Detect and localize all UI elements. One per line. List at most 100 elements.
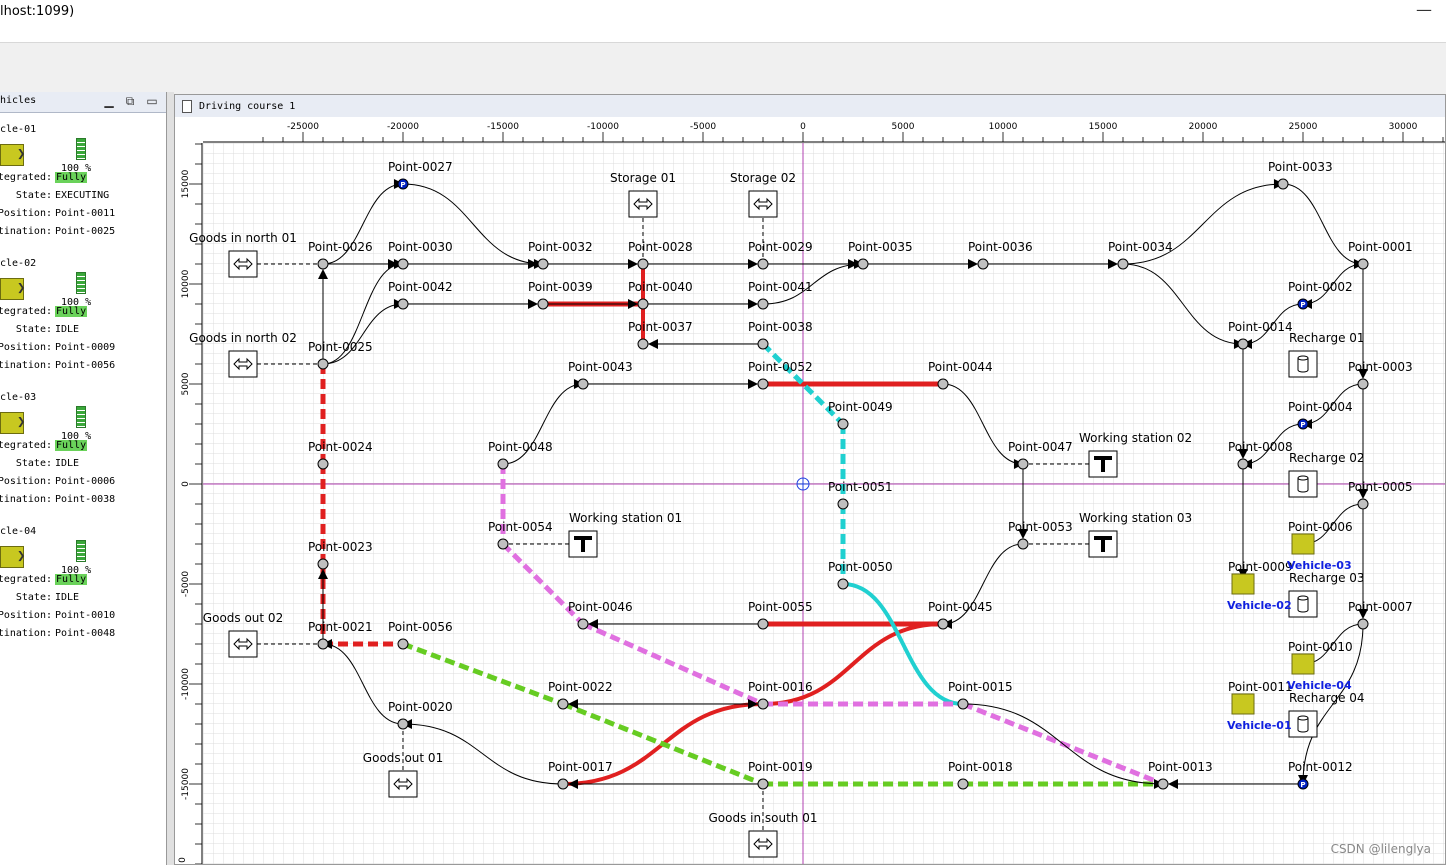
location-label: Goods in north 01: [189, 231, 297, 245]
point-node[interactable]: [1157, 778, 1169, 790]
point-node[interactable]: [317, 558, 329, 570]
point-node[interactable]: [957, 698, 969, 710]
panel-minimize-icon[interactable]: ▁: [102, 95, 116, 108]
vehicle-destination-value: Point-0048: [55, 628, 116, 639]
point-node[interactable]: [397, 258, 409, 270]
point-node[interactable]: [757, 298, 769, 310]
vehicle-marker[interactable]: [1231, 693, 1255, 715]
point-label: Point-0037: [628, 320, 693, 334]
location-label: Storage 01: [610, 171, 676, 185]
location-box[interactable]: [1288, 710, 1318, 738]
location-box[interactable]: [228, 350, 258, 378]
point-node[interactable]: [837, 578, 849, 590]
point-node[interactable]: [757, 618, 769, 630]
location-box[interactable]: [228, 630, 258, 658]
vehicle-card[interactable]: cle-04 ❯ 100 % tegrated: Fully State: IDLE Posi…: [0, 516, 166, 650]
vehicle-state-value: IDLE: [55, 324, 80, 335]
point-node[interactable]: [637, 258, 649, 270]
point-node[interactable]: [577, 618, 589, 630]
point-node[interactable]: [857, 258, 869, 270]
point-node[interactable]: [317, 258, 329, 270]
point-node[interactable]: [757, 698, 769, 710]
point-node[interactable]: [537, 258, 549, 270]
point-node[interactable]: [1117, 258, 1129, 270]
point-node[interactable]: [557, 698, 569, 710]
location-box[interactable]: [748, 190, 778, 218]
panel-maximize-icon[interactable]: ▭: [145, 95, 159, 108]
point-node[interactable]: [1017, 538, 1029, 550]
y-tick-label: 10000: [181, 269, 191, 298]
point-node[interactable]: [937, 378, 949, 390]
point-node[interactable]: [957, 778, 969, 790]
location-box[interactable]: [1288, 350, 1318, 378]
point-node[interactable]: [637, 338, 649, 350]
point-node[interactable]: [1357, 258, 1369, 270]
point-node[interactable]: [1357, 378, 1369, 390]
vehicle-card[interactable]: cle-02 ❯ 100 % tegrated: Fully State: IDLE Posi…: [0, 248, 166, 382]
point-node[interactable]: [1237, 458, 1249, 470]
parking-icon: P: [1300, 421, 1305, 429]
point-node[interactable]: [837, 498, 849, 510]
vehicle-state-value: EXECUTING: [55, 190, 110, 201]
point-node[interactable]: [977, 258, 989, 270]
course-map[interactable]: -25000 -20000 -15000 -10000 -5000 0 5000 10000 1…: [175, 95, 1446, 865]
location-box[interactable]: [1288, 470, 1318, 498]
point-label: Point-0010: [1288, 640, 1353, 654]
vehicle-destination-value: Point-0025: [55, 226, 116, 237]
vehicles-panel-header: hicles ▁ ⧉ ▭: [0, 92, 166, 113]
point-node[interactable]: [397, 718, 409, 730]
vehicle-marker[interactable]: [1291, 533, 1315, 555]
panel-float-icon[interactable]: ⧉: [123, 95, 137, 108]
point-node[interactable]: [757, 258, 769, 270]
point-node[interactable]: [397, 638, 409, 650]
point-node[interactable]: [577, 378, 589, 390]
y-tick-label: -10000: [181, 668, 191, 700]
location-box[interactable]: [388, 770, 418, 798]
point-node[interactable]: [937, 618, 949, 630]
point-label: Point-0036: [968, 240, 1033, 254]
point-node[interactable]: [837, 418, 849, 430]
location-label: Goods out 01: [363, 751, 443, 765]
point-node[interactable]: [757, 778, 769, 790]
point-node[interactable]: [1017, 458, 1029, 470]
point-node[interactable]: [557, 778, 569, 790]
point-label: Point-0027: [388, 160, 453, 174]
point-node[interactable]: [317, 358, 329, 370]
point-node[interactable]: [537, 298, 549, 310]
point-node[interactable]: [317, 458, 329, 470]
point-label: Point-0020: [388, 700, 453, 714]
point-node[interactable]: [637, 298, 649, 310]
point-node[interactable]: [497, 458, 509, 470]
vehicle-marker[interactable]: [1291, 653, 1315, 675]
split-divider[interactable]: [167, 92, 174, 865]
location-box[interactable]: [228, 250, 258, 278]
integration-status-label: tegrated:: [0, 306, 52, 317]
location-box[interactable]: [1288, 590, 1318, 618]
point-node[interactable]: [1357, 498, 1369, 510]
vehicle-marker[interactable]: [1231, 573, 1255, 595]
point-node[interactable]: [757, 338, 769, 350]
battery-icon: [76, 272, 86, 294]
integration-status-value: Fully: [55, 172, 88, 183]
watermark: CSDN @lilenglya: [1330, 842, 1431, 856]
vehicle-card[interactable]: cle-01 ❯ 100 % tegrated: Fully State: EXECUTIN…: [0, 114, 166, 248]
minimize-button[interactable]: —: [1412, 0, 1436, 19]
workstation-icon: [1101, 540, 1105, 552]
point-node[interactable]: [397, 298, 409, 310]
y-tick-label: 5000: [181, 372, 191, 395]
point-node[interactable]: [1237, 338, 1249, 350]
location-label: Recharge 01: [1289, 331, 1365, 345]
point-node[interactable]: [1277, 178, 1289, 190]
location-label: Recharge 02: [1289, 451, 1365, 465]
vehicle-card[interactable]: cle-03 ❯ 100 % tegrated: Fully State: IDLE Posi…: [0, 382, 166, 516]
x-tick-label: 0: [800, 122, 806, 132]
point-label: Point-0033: [1268, 160, 1333, 174]
point-node[interactable]: [497, 538, 509, 550]
point-label: Point-0015: [948, 680, 1013, 694]
location-box[interactable]: [748, 830, 778, 858]
point-node[interactable]: [757, 378, 769, 390]
point-node[interactable]: [1357, 618, 1369, 630]
location-box[interactable]: [628, 190, 658, 218]
toolbar: [0, 43, 1446, 89]
point-node[interactable]: [317, 638, 329, 650]
